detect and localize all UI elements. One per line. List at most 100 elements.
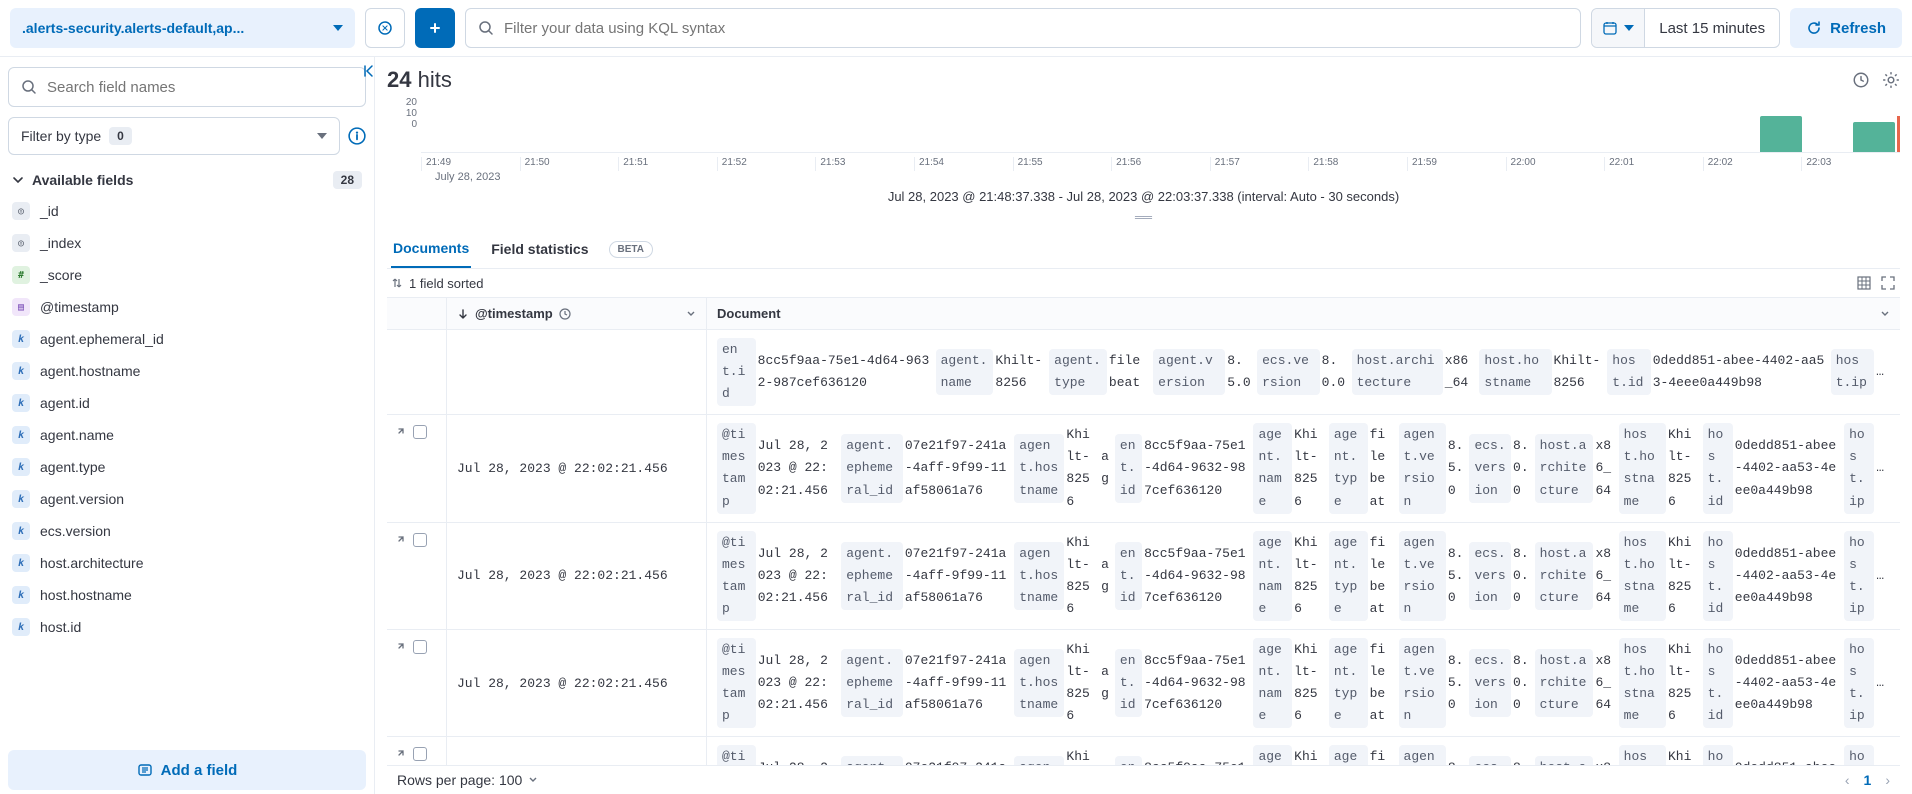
row-checkbox[interactable] (413, 533, 427, 547)
doc-value: 8.0.0 (1513, 650, 1529, 716)
doc-field: agent.type (1329, 423, 1368, 513)
field-name: agent.id (40, 395, 90, 411)
doc-field: agent.hostname (1014, 649, 1064, 717)
content: 24 hits 20 10 0 21:4921:5021:5121:5221:5… (375, 57, 1912, 794)
field-item[interactable]: khost.hostname (8, 579, 348, 611)
filter-by-type[interactable]: Filter by type 0 (8, 117, 340, 155)
doc-value: Khilt-8256 (1066, 639, 1095, 727)
doc-value: … (1876, 361, 1884, 383)
doc-value: 8cc5f9aa-75e1-4d64-9632-987cef636120 (758, 350, 930, 394)
row-checkbox[interactable] (413, 640, 427, 654)
field-search-input[interactable] (47, 79, 353, 96)
kql-search[interactable] (465, 8, 1581, 48)
expand-row-button[interactable] (395, 747, 407, 759)
chevron-down-icon (317, 133, 327, 139)
doc-field: agent.name (1253, 638, 1292, 728)
field-item[interactable]: kagent.version (8, 483, 348, 515)
page-current[interactable]: 1 (1864, 772, 1872, 788)
field-item[interactable]: kagent.type (8, 451, 348, 483)
field-item[interactable]: khost.id (8, 611, 348, 643)
doc-field: agent.hostname (1014, 434, 1064, 502)
field-item[interactable]: ◎_index (8, 227, 348, 259)
tab-field-statistics[interactable]: Field statistics (489, 231, 590, 267)
resize-handle[interactable]: ══ (387, 210, 1900, 224)
row-checkbox[interactable] (413, 747, 427, 761)
refresh-button[interactable]: Refresh (1790, 8, 1902, 48)
doc-value: 0dedd851-abee-4402-aa53-4eee0a449b98 (1735, 650, 1838, 716)
doc-value: 0dedd851-abee-4402-aa53-4eee0a449b98 (1735, 435, 1838, 501)
kql-input[interactable] (504, 20, 1568, 37)
doc-value: filebeat (1109, 350, 1147, 394)
time-picker[interactable]: Last 15 minutes (1591, 8, 1780, 48)
doc-field: agent.type (1049, 349, 1107, 395)
doc-value: Jul 28, 2023 @ 22:02:21.456 (758, 543, 836, 609)
doc-value: 8cc5f9aa-75e1-4d64-9632-987cef636120 (1144, 543, 1247, 609)
field-name: @timestamp (40, 299, 119, 315)
fullscreen-button[interactable] (1880, 275, 1896, 291)
field-search[interactable] (8, 67, 366, 107)
field-list: ◎_id◎_index#_score▤@timestampkagent.ephe… (8, 195, 366, 742)
expand-row-button[interactable] (395, 425, 407, 437)
chart-options-button[interactable] (1852, 71, 1870, 89)
info-button[interactable] (348, 127, 366, 145)
doc-value: 8.5.0 (1448, 757, 1464, 765)
field-item[interactable]: kagent.id (8, 387, 348, 419)
chevron-down-icon[interactable] (686, 309, 696, 319)
add-field-button[interactable]: Add a field (8, 750, 366, 790)
field-item[interactable]: kagent.hostname (8, 355, 348, 387)
index-icon (137, 762, 153, 778)
chevron-down-icon (333, 25, 343, 31)
field-item[interactable]: ◎_id (8, 195, 348, 227)
calendar-button[interactable] (1592, 9, 1645, 47)
doc-value: filebeat (1370, 746, 1393, 765)
cell-document: @timestamp Jul 28, 2023 @ 22:02:21.456 a… (707, 523, 1900, 629)
doc-value: Khilt-8256 (1668, 639, 1697, 727)
doc-field: host.architecture (1535, 756, 1594, 765)
add-filter-button[interactable] (415, 8, 455, 48)
expand-row-button[interactable] (395, 533, 407, 545)
sort-button[interactable]: 1 field sorted (391, 276, 483, 291)
field-name: agent.ephemeral_id (40, 331, 164, 347)
filter-count-badge: 0 (109, 127, 132, 145)
cell-document: @timestamp Jul 28, 2023 @ 22:02:20.902 a… (707, 737, 1900, 765)
display-options-button[interactable] (1856, 275, 1872, 291)
rows-per-page[interactable]: Rows per page: 100 (397, 772, 538, 788)
field-item[interactable]: ▤@timestamp (8, 291, 348, 323)
chart-settings-button[interactable] (1882, 71, 1900, 89)
doc-field: ent.id (1115, 434, 1142, 502)
index-pattern-picker[interactable]: .alerts-security.alerts-default,ap... (10, 8, 355, 48)
x-tick: 22:03 (1801, 157, 1900, 171)
inspect-icon (1852, 71, 1870, 89)
doc-field: @timestamp (717, 638, 756, 728)
page-prev[interactable]: ‹ (1845, 772, 1850, 788)
doc-value: 8.5.0 (1448, 650, 1464, 716)
field-item[interactable]: #_score (8, 259, 348, 291)
column-document[interactable]: Document (707, 298, 1900, 329)
column-timestamp[interactable]: @timestamp (447, 298, 707, 329)
doc-field: @timestamp (717, 423, 756, 513)
doc-field: host.id (1607, 349, 1650, 395)
page-next[interactable]: › (1885, 772, 1890, 788)
row-checkbox[interactable] (413, 425, 427, 439)
field-item[interactable]: kecs.version (8, 515, 348, 547)
doc-value: Khilt-8256 (1294, 532, 1323, 620)
doc-field: host.architecture (1535, 434, 1594, 502)
chevron-down-icon[interactable] (1880, 309, 1890, 319)
field-item[interactable]: khost.architecture (8, 547, 348, 579)
cell-document: @timestamp Jul 28, 2023 @ 22:02:21.456 a… (707, 630, 1900, 736)
tab-documents[interactable]: Documents (391, 230, 471, 268)
expand-row-button[interactable] (395, 640, 407, 652)
doc-value: … (1876, 672, 1884, 694)
doc-value: Khilt-8256 (1066, 424, 1095, 512)
doc-value: Khilt-8256 (1294, 424, 1323, 512)
doc-value: Khilt-8256 (1668, 746, 1697, 765)
doc-value: … (1876, 457, 1884, 479)
dataview-manage-button[interactable] (365, 8, 405, 48)
field-type-icon: k (12, 522, 30, 540)
collapse-sidebar-button[interactable] (362, 63, 378, 79)
field-item[interactable]: kagent.name (8, 419, 348, 451)
table-row: ent.id 8cc5f9aa-75e1-4d64-9632-987cef636… (387, 330, 1900, 415)
available-fields-header[interactable]: Available fields 28 (8, 165, 366, 195)
field-item[interactable]: kagent.ephemeral_id (8, 323, 348, 355)
table-row: Jul 28, 2023 @ 22:02:21.456@timestamp Ju… (387, 415, 1900, 522)
